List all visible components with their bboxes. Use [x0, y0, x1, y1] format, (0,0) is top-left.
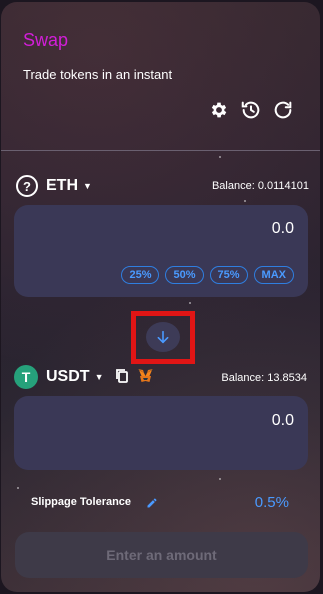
- gear-icon[interactable]: [208, 99, 230, 121]
- star-decoration: [189, 302, 191, 304]
- pencil-icon[interactable]: [146, 496, 158, 514]
- star-decoration: [219, 156, 221, 158]
- copy-icon[interactable]: [115, 368, 129, 389]
- to-token-symbol: USDT: [46, 368, 90, 385]
- refresh-icon[interactable]: [272, 99, 294, 121]
- percent-25-button[interactable]: 25%: [121, 266, 160, 284]
- to-balance: Balance: 13.8534: [221, 372, 307, 384]
- max-button[interactable]: MAX: [253, 266, 294, 284]
- arrow-down-icon: [157, 330, 169, 344]
- enter-amount-button[interactable]: Enter an amount: [15, 532, 308, 578]
- swap-card: Swap Trade tokens in an instant ? ETH ▼ …: [1, 2, 320, 592]
- percent-50-button[interactable]: 50%: [165, 266, 204, 284]
- to-amount-input[interactable]: 0.0: [272, 412, 294, 430]
- caret-down-icon: ▼: [94, 372, 104, 382]
- usdt-icon: T: [14, 365, 38, 389]
- divider: [1, 150, 320, 151]
- from-amount-input[interactable]: 0.0: [272, 220, 294, 238]
- from-token-selector[interactable]: ? ETH ▼: [16, 175, 92, 197]
- to-token-selector[interactable]: T USDT ▼: [14, 365, 103, 389]
- question-icon: ?: [16, 175, 38, 197]
- from-amount-panel: 0.0 25% 50% 75% MAX: [14, 205, 308, 297]
- from-balance: Balance: 0.0114101: [211, 180, 309, 192]
- from-token-symbol: ETH: [46, 177, 78, 194]
- page-subtitle: Trade tokens in an instant: [23, 67, 173, 82]
- slippage-label: Slippage Tolerance: [31, 496, 132, 508]
- caret-down-icon: ▼: [83, 181, 92, 191]
- percent-75-button[interactable]: 75%: [209, 266, 248, 284]
- metamask-icon[interactable]: [137, 368, 154, 389]
- switch-tokens-button[interactable]: [146, 322, 180, 352]
- star-decoration: [219, 478, 221, 480]
- to-amount-panel: 0.0: [14, 396, 308, 470]
- switch-highlight: [131, 311, 195, 364]
- page-title: Swap: [23, 30, 69, 50]
- toolbar: [208, 99, 294, 121]
- percent-buttons: 25% 50% 75% MAX: [121, 266, 294, 284]
- star-decoration: [244, 200, 246, 202]
- slippage-value[interactable]: 0.5%: [255, 494, 289, 511]
- star-decoration: [17, 487, 19, 489]
- history-icon[interactable]: [240, 99, 262, 121]
